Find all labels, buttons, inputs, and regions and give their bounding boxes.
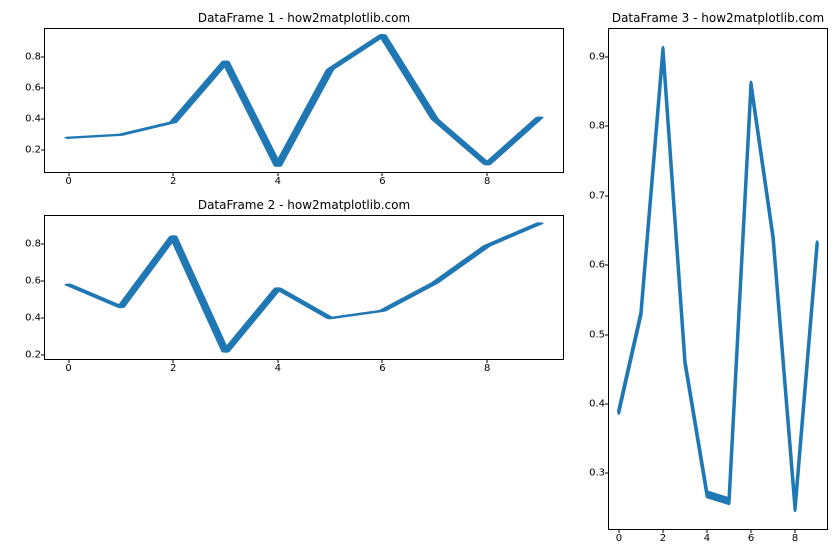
subplot-3-yticks: 0.3 0.4 0.5 0.6 0.7 0.8 0.9: [579, 29, 605, 529]
y-tick-label: 0.6: [589, 260, 605, 271]
x-tick-label: 2: [660, 533, 666, 544]
y-tick-mark: [41, 88, 45, 89]
x-tick-label: 4: [275, 176, 281, 187]
y-tick-label: 0.5: [589, 329, 605, 340]
y-tick-label: 0.9: [589, 51, 605, 62]
x-tick-mark: [382, 172, 383, 176]
y-tick-mark: [605, 404, 609, 405]
y-tick-mark: [41, 243, 45, 244]
x-tick-mark: [795, 529, 796, 533]
y-tick-label: 0.8: [25, 51, 41, 62]
x-tick-label: 6: [379, 363, 385, 374]
x-tick-mark: [173, 172, 174, 176]
x-tick-label: 4: [275, 363, 281, 374]
x-tick-mark: [751, 529, 752, 533]
y-tick-label: 0.4: [589, 399, 605, 410]
y-tick-mark: [605, 334, 609, 335]
x-tick-label: 8: [792, 533, 798, 544]
x-tick-label: 0: [65, 363, 71, 374]
y-tick-label: 0.8: [25, 238, 41, 249]
y-tick-label: 0.6: [25, 83, 41, 94]
subplot-3-xticks: 0 2 4 6 8: [609, 533, 827, 547]
y-tick-label: 0.8: [589, 121, 605, 132]
subplot-2-xticks: 0 2 4 6 8: [45, 363, 563, 377]
subplot-1-plot: [45, 29, 563, 172]
y-tick-label: 0.2: [25, 145, 41, 156]
x-tick-mark: [706, 529, 707, 533]
subplot-1-xticks: 0 2 4 6 8: [45, 176, 563, 190]
subplot-1-title: DataFrame 1 - how2matplotlib.com: [45, 11, 563, 25]
figure: DataFrame 1 - how2matplotlib.com 0 2 4 6 8 0…: [0, 0, 840, 560]
subplot-2-plot: [45, 216, 563, 359]
x-tick-label: 2: [170, 176, 176, 187]
subplot-1: DataFrame 1 - how2matplotlib.com 02468 0…: [44, 28, 564, 173]
x-tick-label: 0: [616, 533, 622, 544]
x-tick-label: 6: [379, 176, 385, 187]
y-tick-mark: [41, 119, 45, 120]
x-tick-mark: [277, 172, 278, 176]
x-tick-mark: [618, 529, 619, 533]
y-tick-mark: [605, 195, 609, 196]
y-tick-label: 0.3: [589, 468, 605, 479]
subplot-2-yticks: 0.2 0.4 0.6 0.8: [15, 216, 41, 359]
y-tick-label: 0.2: [25, 350, 41, 361]
y-tick-mark: [605, 265, 609, 266]
subplot-3-series: [619, 50, 817, 508]
subplot-1-series: [69, 35, 540, 166]
x-tick-mark: [382, 359, 383, 363]
subplot-2: DataFrame 2 - how2matplotlib.com 02468 0…: [44, 215, 564, 360]
y-tick-mark: [605, 126, 609, 127]
y-tick-mark: [41, 355, 45, 356]
y-tick-mark: [41, 318, 45, 319]
y-tick-label: 0.6: [25, 276, 41, 287]
y-tick-mark: [41, 150, 45, 151]
x-tick-label: 4: [704, 533, 710, 544]
x-tick-mark: [277, 359, 278, 363]
subplot-1-yticks: 0.2 0.4 0.6 0.8: [15, 29, 41, 172]
y-tick-mark: [605, 473, 609, 474]
x-tick-label: 2: [170, 363, 176, 374]
y-tick-label: 0.4: [25, 114, 41, 125]
y-tick-mark: [41, 56, 45, 57]
x-tick-mark: [68, 359, 69, 363]
x-tick-label: 8: [484, 176, 490, 187]
x-tick-mark: [68, 172, 69, 176]
x-tick-mark: [173, 359, 174, 363]
subplot-3-plot: [609, 29, 827, 529]
y-tick-mark: [605, 56, 609, 57]
x-tick-label: 0: [65, 176, 71, 187]
subplot-2-title: DataFrame 2 - how2matplotlib.com: [45, 198, 563, 212]
subplot-3: DataFrame 3 - how2matplotlib.com 02468 0…: [608, 28, 828, 530]
x-tick-label: 6: [748, 533, 754, 544]
x-tick-label: 8: [484, 363, 490, 374]
x-tick-mark: [487, 359, 488, 363]
y-tick-mark: [41, 281, 45, 282]
subplot-2-series: [69, 223, 540, 351]
subplot-3-title: DataFrame 3 - how2matplotlib.com: [609, 11, 827, 25]
x-tick-mark: [662, 529, 663, 533]
y-tick-label: 0.4: [25, 313, 41, 324]
x-tick-mark: [487, 172, 488, 176]
y-tick-label: 0.7: [589, 190, 605, 201]
